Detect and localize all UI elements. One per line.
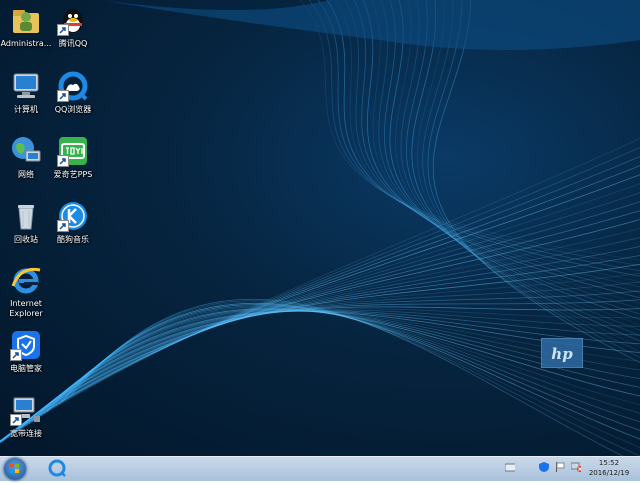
qq-penguin-icon (57, 4, 89, 36)
qq-browser-icon (57, 70, 89, 102)
flag-icon[interactable] (555, 462, 565, 472)
qq-browser-icon (48, 459, 66, 477)
icon-label: 电脑管家 (10, 364, 42, 373)
icon-label: 网络 (18, 170, 34, 179)
clock-date: 2016/12/19 (588, 469, 630, 477)
icon-label: 爱奇艺PPS (53, 170, 93, 179)
computer-icon (10, 70, 42, 102)
icon-label: QQ浏览器 (54, 105, 92, 114)
shortcut-arrow-icon (57, 155, 69, 167)
desktop: Administra... 计算机 网络 回收站 Internet Explor… (0, 0, 640, 456)
windows-logo-icon (10, 464, 19, 473)
clock-time: 15:52 (598, 459, 620, 467)
svg-text:hp: hp (551, 345, 573, 363)
desktop-icon-internet-explorer[interactable]: Internet Explorer (0, 264, 52, 319)
clock[interactable]: 15:52 2016/12/19 (584, 458, 634, 478)
desktop-icon-iqiyi-pps[interactable]: 爱奇艺PPS (47, 135, 99, 180)
internet-explorer-icon (10, 264, 42, 296)
icon-label: 酷狗音乐 (57, 235, 89, 244)
network-icon (10, 135, 42, 167)
desktop-icon-computer[interactable]: 计算机 (0, 70, 52, 115)
desktop-icon-administrator[interactable]: Administra... (0, 4, 52, 49)
desktop-icon-qq[interactable]: 腾讯QQ (47, 4, 99, 49)
desktop-icon-qq-browser[interactable]: QQ浏览器 (47, 70, 99, 115)
pc-manager-icon (10, 329, 42, 361)
desktop-icon-pc-manager[interactable]: 电脑管家 (0, 329, 52, 374)
user-folder-icon (10, 4, 42, 36)
network-error-icon[interactable] (571, 462, 581, 472)
shortcut-arrow-icon (57, 220, 69, 232)
icon-label: 腾讯QQ (58, 39, 88, 48)
shield-icon[interactable] (539, 462, 549, 472)
icon-label: Administra... (0, 39, 52, 48)
keyboard-icon[interactable] (505, 462, 515, 472)
hp-logo: hp (541, 338, 583, 368)
shortcut-arrow-icon (10, 414, 22, 426)
icon-label: 计算机 (14, 105, 38, 114)
desktop-icon-broadband[interactable]: 宽带连接 (0, 394, 52, 439)
kugou-icon (57, 200, 89, 232)
shortcut-arrow-icon (10, 349, 22, 361)
iqiyi-icon (57, 135, 89, 167)
recycle-bin-icon (10, 200, 42, 232)
icon-label: Internet Explorer (9, 299, 43, 318)
desktop-icon-kugou[interactable]: 酷狗音乐 (47, 200, 99, 245)
desktop-icon-recycle-bin[interactable]: 回收站 (0, 200, 52, 245)
broadband-icon (10, 394, 42, 426)
taskbar-qq-browser[interactable] (40, 457, 74, 479)
shortcut-arrow-icon (57, 90, 69, 102)
icon-label: 宽带连接 (10, 429, 42, 438)
icon-label: 回收站 (14, 235, 38, 244)
shortcut-arrow-icon (57, 24, 69, 36)
desktop-icon-network[interactable]: 网络 (0, 135, 52, 180)
start-button[interactable] (4, 458, 26, 480)
